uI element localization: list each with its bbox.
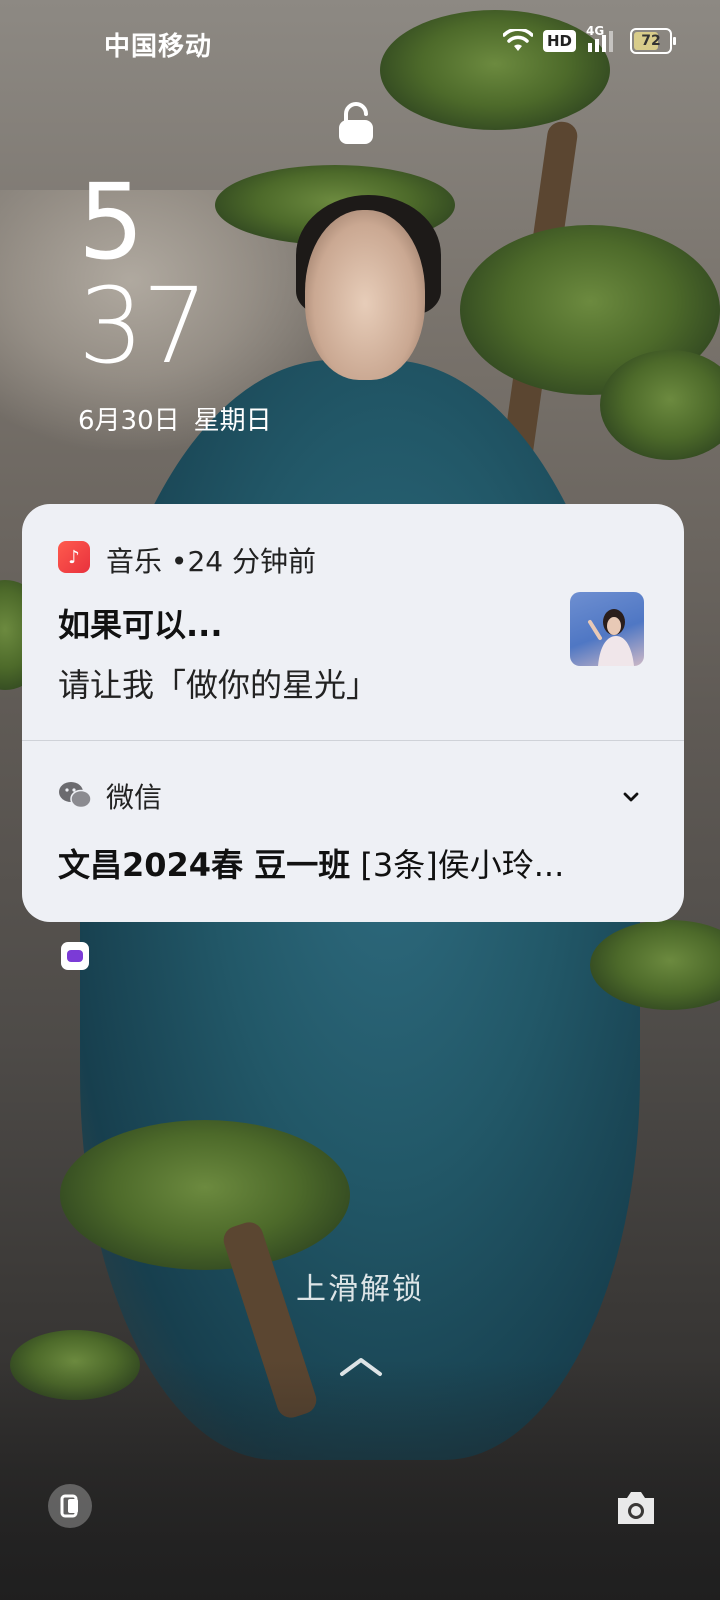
date-text: 6月30日 xyxy=(78,406,180,436)
clock-hours: 5 xyxy=(78,161,144,283)
wechat-icon xyxy=(59,782,92,809)
carrier-name: 中国移动 xyxy=(104,32,213,62)
hd-badge: HD xyxy=(542,30,576,52)
wechat-message-preview: [3条]侯小玲... xyxy=(360,846,565,884)
meta-separator: • xyxy=(170,545,188,578)
music-notification-title: 如果可以... xyxy=(58,606,223,644)
wechat-app-name: 微信 xyxy=(106,781,163,814)
notification-divider xyxy=(22,740,684,741)
wifi-icon xyxy=(502,29,533,51)
music-notification-header: 音乐 •24 分钟前 xyxy=(106,540,316,580)
signal-icon: 4G xyxy=(586,24,620,54)
swipe-unlock-hint: 上滑解锁 xyxy=(296,1272,424,1307)
lock-clock: 5 37 xyxy=(78,161,208,387)
weekday-text: 星期日 xyxy=(193,406,272,436)
music-note-icon: ♪ xyxy=(58,541,90,573)
lock-date: 6月30日 星期日 xyxy=(78,400,272,437)
album-art-thumbnail[interactable] xyxy=(570,592,644,666)
music-notification-time: 24 分钟前 xyxy=(187,545,316,578)
music-app-name: 音乐 xyxy=(106,545,163,578)
wechat-group-name: 文昌2024春 豆一班 xyxy=(58,846,351,884)
status-bar: 中国移动 HD 4G 72 xyxy=(0,0,720,88)
wechat-message[interactable]: 文昌2024春 豆一班 [3条]侯小玲... xyxy=(58,840,638,886)
unlock-icon xyxy=(339,102,373,144)
chevron-down-icon[interactable] xyxy=(618,784,644,810)
notification-card[interactable]: ♪ 音乐 •24 分钟前 如果可以... 请让我「做你的星光」 微信 文昌202… xyxy=(22,504,684,922)
clock-minutes: 37 xyxy=(78,265,208,387)
phone-shortcut-icon[interactable] xyxy=(48,1484,92,1528)
lock-screen: 中国移动 HD 4G 72 5 37 6月30日 星期日 ♪ 音乐 •24 分钟… xyxy=(0,0,720,1600)
music-notification-body: 请让我「做你的星光」 xyxy=(58,666,379,704)
app-icon[interactable] xyxy=(61,942,89,970)
chevron-up-icon xyxy=(340,1358,382,1376)
camera-icon[interactable] xyxy=(614,1488,658,1528)
battery-indicator: 72 xyxy=(630,28,676,54)
